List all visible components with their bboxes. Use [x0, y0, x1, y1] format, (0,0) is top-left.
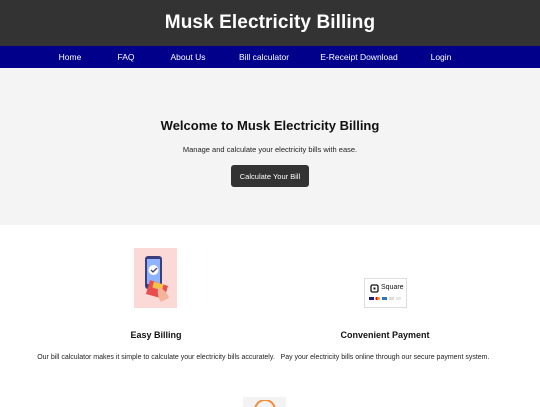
feature-convenient-payment-title: Convenient Payment	[340, 330, 430, 340]
hero-subtitle: Manage and calculate your electricity bi…	[182, 145, 358, 154]
nav-home-link[interactable]: Home	[59, 46, 82, 68]
site-title: Musk Electricity Billing	[164, 12, 376, 33]
nav-about-link[interactable]: About Us	[171, 46, 206, 68]
feature-convenient-payment-desc: Pay your electricity bills online throug…	[280, 354, 490, 361]
square-logo-text: Square	[381, 284, 404, 291]
calculate-bill-button[interactable]: Calculate Your Bill	[230, 165, 310, 187]
feature-easy-billing-title: Easy Billing	[130, 330, 182, 340]
hero-section: Welcome to Musk Electricity Billing Mana…	[0, 68, 540, 225]
partial-feature-image	[243, 397, 286, 407]
site-header: Musk Electricity Billing	[0, 0, 540, 46]
nav-ereceipt-link[interactable]: E-Receipt Download	[320, 46, 397, 68]
nav-login-link[interactable]: Login	[431, 46, 452, 68]
hero-title: Welcome to Musk Electricity Billing	[160, 118, 380, 133]
features-section: Easy Billing Our bill calculator makes i…	[0, 225, 540, 407]
phone-card-payment-icon	[134, 248, 177, 308]
feature-easy-billing-desc: Our bill calculator makes it simple to c…	[37, 354, 275, 361]
nav-faq-link[interactable]: FAQ	[117, 46, 134, 68]
main-nav: Home FAQ About Us Bill calculator E-Rece…	[0, 46, 540, 68]
nav-bill-calculator-link[interactable]: Bill calculator	[239, 46, 289, 68]
square-payment-logo: Square	[364, 278, 407, 308]
